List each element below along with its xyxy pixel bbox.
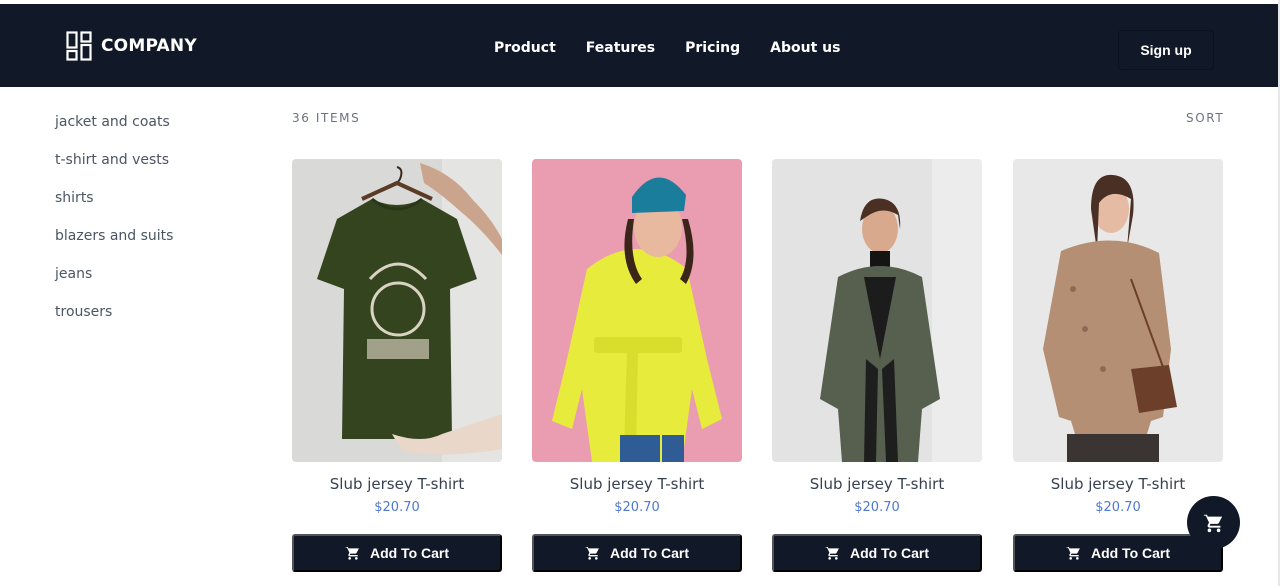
nav-product[interactable]: Product — [494, 40, 556, 56]
add-to-cart-button[interactable]: Add To Cart — [292, 534, 502, 572]
add-to-cart-label: Add To Cart — [609, 545, 690, 561]
cart-icon — [825, 546, 839, 560]
category-t-shirt-and-vests[interactable]: t-shirt and vests — [55, 150, 173, 188]
navbar: COMPANY Product Features Pricing About u… — [0, 4, 1278, 87]
product-price: $20.70 — [854, 500, 900, 515]
brand-name: COMPANY — [101, 36, 197, 56]
add-to-cart-label: Add To Cart — [1090, 545, 1171, 561]
nav-pricing[interactable]: Pricing — [685, 40, 740, 56]
product-image[interactable] — [532, 159, 742, 462]
category-trousers[interactable]: trousers — [55, 302, 173, 340]
grid-logo-icon — [66, 31, 92, 61]
product-title[interactable]: Slub jersey T-shirt — [1013, 474, 1223, 494]
category-jeans[interactable]: jeans — [55, 264, 173, 302]
product-card: Slub jersey T-shirt $20.70 Add To Cart — [532, 159, 742, 572]
add-to-cart-button[interactable]: Add To Cart — [772, 534, 982, 572]
add-to-cart-label: Add To Cart — [369, 545, 450, 561]
category-sidebar: jacket and coats t-shirt and vests shirt… — [55, 112, 173, 340]
sort-button[interactable]: SORT — [1186, 111, 1224, 125]
nav-features[interactable]: Features — [586, 40, 655, 56]
product-title[interactable]: Slub jersey T-shirt — [772, 474, 982, 494]
cart-icon — [1066, 546, 1080, 560]
cart-icon — [345, 546, 359, 560]
product-card: Slub jersey T-shirt $20.70 Add To Cart — [1013, 159, 1223, 572]
product-title[interactable]: Slub jersey T-shirt — [292, 474, 502, 494]
cart-icon — [1203, 513, 1222, 532]
brand[interactable]: COMPANY — [66, 30, 197, 62]
add-to-cart-label: Add To Cart — [849, 545, 930, 561]
product-price: $20.70 — [614, 500, 660, 515]
product-image[interactable] — [772, 159, 982, 462]
add-to-cart-button[interactable]: Add To Cart — [1013, 534, 1223, 572]
add-to-cart-button[interactable]: Add To Cart — [532, 534, 742, 572]
product-image[interactable] — [292, 159, 502, 462]
category-blazers-and-suits[interactable]: blazers and suits — [55, 226, 173, 264]
cart-icon — [585, 546, 599, 560]
items-count: 36 ITEMS — [292, 111, 361, 125]
product-card: Slub jersey T-shirt $20.70 Add To Cart — [772, 159, 982, 572]
sign-up-button[interactable]: Sign up — [1118, 30, 1214, 70]
floating-cart-button[interactable] — [1187, 496, 1240, 549]
main-nav: Product Features Pricing About us — [494, 38, 840, 58]
product-price: $20.70 — [374, 500, 420, 515]
category-shirts[interactable]: shirts — [55, 188, 173, 226]
product-image[interactable] — [1013, 159, 1223, 462]
product-card: Slub jersey T-shirt $20.70 Add To Cart — [292, 159, 502, 572]
product-title[interactable]: Slub jersey T-shirt — [532, 474, 742, 494]
nav-about-us[interactable]: About us — [770, 40, 840, 56]
category-jacket-and-coats[interactable]: jacket and coats — [55, 112, 173, 150]
